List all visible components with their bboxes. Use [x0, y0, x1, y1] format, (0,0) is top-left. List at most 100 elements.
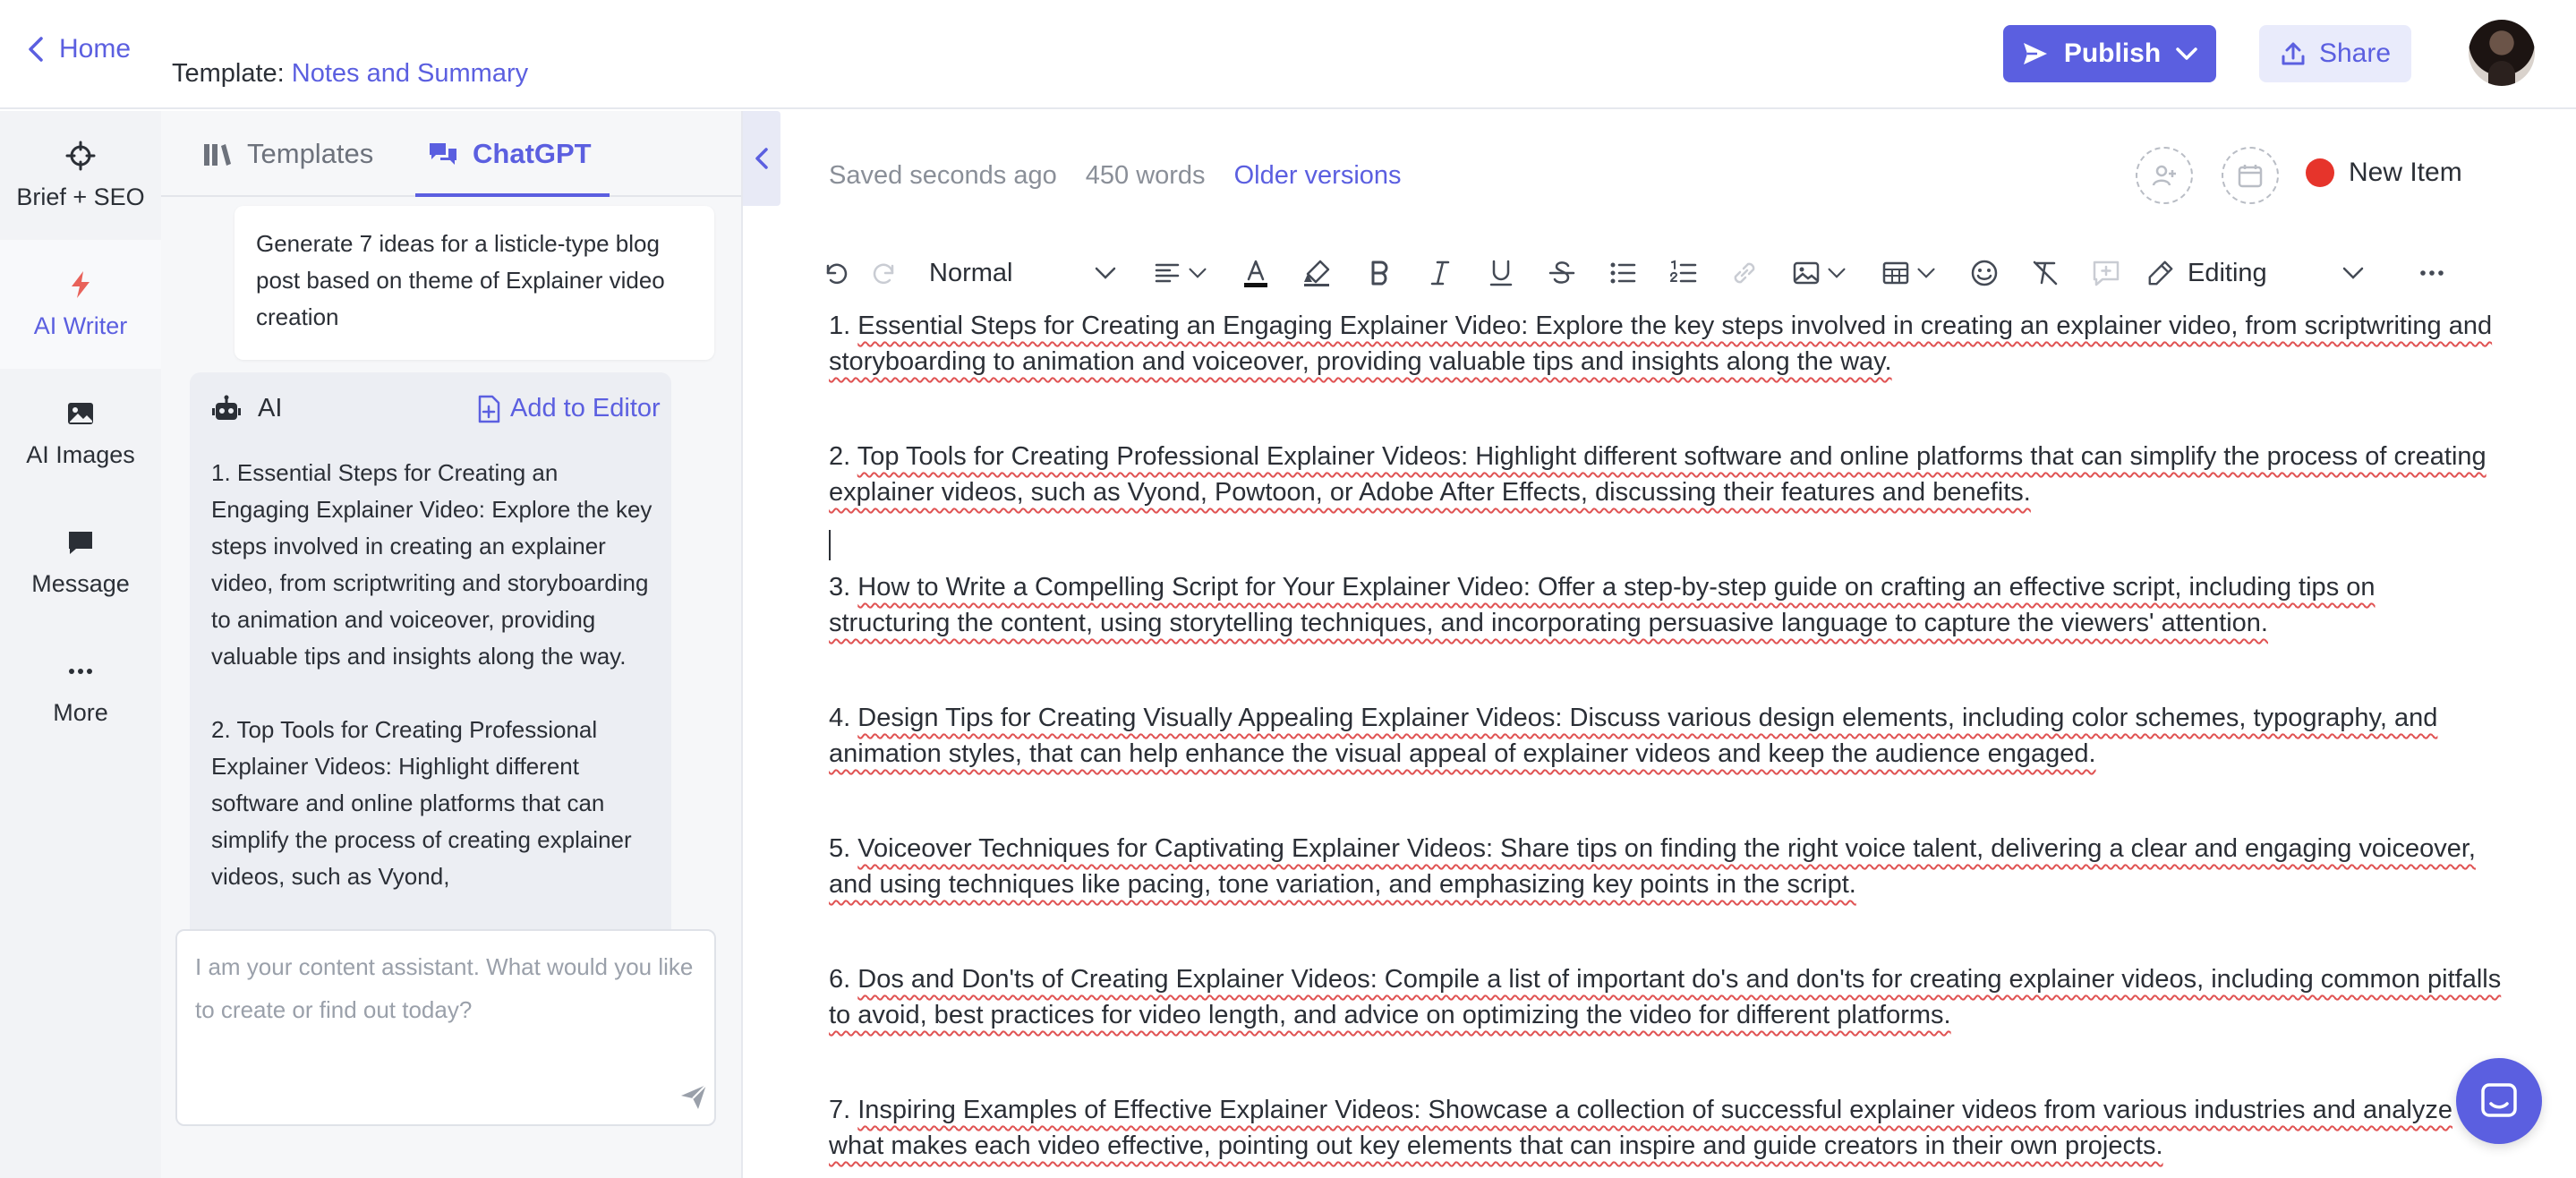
nav-item-brief-seo[interactable]: Brief + SEO — [0, 111, 161, 240]
bullet-list-icon — [1610, 262, 1636, 284]
editor: Saved seconds ago 450 words Older versio… — [780, 111, 2576, 1178]
emoji-icon — [1971, 260, 1998, 286]
highlight-button[interactable] — [1294, 251, 1339, 295]
clear-formatting-button[interactable] — [2023, 251, 2068, 295]
comment-button[interactable] — [2084, 251, 2128, 295]
text-color-button[interactable] — [1233, 251, 1278, 295]
add-user-icon — [2152, 165, 2176, 186]
list-item: 3. How to Write a Compelling Script for … — [829, 569, 2503, 641]
item-number: 6. — [829, 965, 851, 994]
panel-tabs: Templates ChatGPT — [161, 111, 741, 197]
nav-item-more[interactable]: More — [0, 627, 161, 755]
nav-item-ai-writer[interactable]: AI Writer — [0, 240, 161, 369]
editing-mode-select[interactable]: Editing — [2146, 251, 2365, 295]
bold-icon — [1371, 260, 1388, 286]
strikethrough-button[interactable] — [1540, 251, 1584, 295]
chevron-down-icon — [2176, 47, 2197, 60]
avatar[interactable] — [2469, 20, 2535, 86]
chevron-left-icon — [755, 148, 768, 169]
share-label: Share — [2318, 38, 2392, 68]
chat-bubbles-icon — [430, 143, 456, 165]
numbered-list-icon — [1669, 260, 1697, 283]
insert-table-select[interactable] — [1872, 251, 1944, 295]
item-text: Design Tips for Creating Visually Appeal… — [829, 704, 2438, 768]
home-link[interactable]: Home — [25, 34, 131, 64]
word-count: 450 words — [1085, 161, 1206, 190]
strikethrough-icon — [1548, 261, 1575, 284]
list-item: 7. Inspiring Examples of Effective Expla… — [829, 1092, 2503, 1164]
align-left-icon — [1155, 263, 1180, 283]
item-text: Voiceover Techniques for Captivating Exp… — [829, 834, 2476, 899]
crosshair-icon — [65, 141, 96, 170]
nav-label: More — [53, 698, 108, 726]
tab-templates[interactable]: Templates — [202, 111, 373, 197]
numbered-list-button[interactable] — [1661, 251, 1706, 295]
comment-add-icon — [2093, 260, 2120, 286]
item-number: 7. — [829, 1096, 851, 1124]
insert-image-select[interactable] — [1783, 251, 1855, 295]
highlighter-icon — [1304, 260, 1330, 286]
publish-button[interactable]: Publish — [2003, 25, 2216, 82]
chevron-down-icon — [1917, 268, 1935, 278]
ai-response-paragraph: 2. Top Tools for Creating Professional E… — [211, 716, 632, 890]
chevron-down-icon — [2342, 267, 2364, 279]
item-number: 5. — [829, 834, 851, 863]
bold-button[interactable] — [1357, 251, 1402, 295]
item-text: Top Tools for Creating Professional Expl… — [829, 442, 2486, 507]
support-chat-button[interactable] — [2456, 1058, 2542, 1144]
older-versions-link[interactable]: Older versions — [1234, 161, 1402, 191]
undo-icon — [826, 263, 848, 285]
image-icon — [68, 402, 93, 424]
list-item: 4. Design Tips for Creating Visually App… — [829, 700, 2503, 772]
ai-header: AI — [211, 394, 282, 423]
add-collaborator-button[interactable] — [2136, 147, 2193, 204]
text-color-icon — [1244, 260, 1267, 287]
template-prefix: Template: — [172, 59, 285, 88]
paragraph-style-value: Normal — [929, 258, 1013, 287]
editing-mode-value-wrap: Editing — [2146, 259, 2267, 288]
chat-input-box — [175, 929, 716, 1126]
add-to-editor-button[interactable]: Add to Editor — [476, 394, 661, 423]
redo-button[interactable] — [863, 251, 908, 295]
new-item-status[interactable]: New Item — [2306, 158, 2462, 188]
underline-button[interactable] — [1479, 251, 1523, 295]
status-dot-icon — [2306, 158, 2334, 187]
schedule-button[interactable] — [2222, 147, 2279, 204]
emoji-button[interactable] — [1962, 251, 2007, 295]
chevron-down-icon — [1095, 267, 1116, 279]
chat-icon — [2481, 1083, 2517, 1117]
editing-mode-value: Editing — [2188, 258, 2267, 287]
share-button[interactable]: Share — [2259, 25, 2411, 82]
ai-response-paragraph: 1. Essential Steps for Creating an Engag… — [211, 459, 653, 670]
item-number: 3. — [829, 573, 851, 602]
document-body[interactable]: 1. Essential Steps for Creating an Engag… — [829, 308, 2503, 1178]
template-name[interactable]: Notes and Summary — [292, 59, 528, 88]
item-text: Inspiring Examples of Effective Explaine… — [829, 1096, 2452, 1160]
tab-chatgpt[interactable]: ChatGPT — [415, 111, 610, 197]
calendar-icon — [2238, 165, 2263, 188]
send-icon[interactable] — [678, 1081, 709, 1112]
bullet-list-button[interactable] — [1600, 251, 1645, 295]
left-nav: Brief + SEO AI Writer AI Images Message … — [0, 111, 161, 1178]
nav-item-message[interactable]: Message — [0, 498, 161, 627]
item-number: 4. — [829, 704, 851, 732]
lightning-icon — [72, 270, 90, 298]
nav-item-ai-images[interactable]: AI Images — [0, 369, 161, 498]
undo-button[interactable] — [813, 251, 857, 295]
chat-input[interactable] — [195, 945, 696, 1080]
more-options-button[interactable] — [2410, 251, 2454, 295]
list-item: 5. Voiceover Techniques for Captivating … — [829, 831, 2503, 902]
link-button[interactable] — [1722, 251, 1767, 295]
underline-icon — [1489, 260, 1513, 286]
paragraph-style-select[interactable]: Normal — [929, 251, 1117, 295]
align-select[interactable] — [1146, 251, 1214, 295]
list-item: 6. Dos and Don'ts of Creating Explainer … — [829, 961, 2503, 1033]
add-to-editor-label: Add to Editor — [510, 394, 661, 423]
robot-icon — [212, 395, 241, 420]
saved-status: Saved seconds ago — [829, 161, 1057, 190]
list-item: 1. Essential Steps for Creating an Engag… — [829, 308, 2503, 380]
ai-label: AI — [258, 394, 283, 423]
image-icon — [1793, 261, 1820, 285]
italic-button[interactable] — [1418, 251, 1463, 295]
collapse-panel-button[interactable] — [743, 111, 780, 206]
